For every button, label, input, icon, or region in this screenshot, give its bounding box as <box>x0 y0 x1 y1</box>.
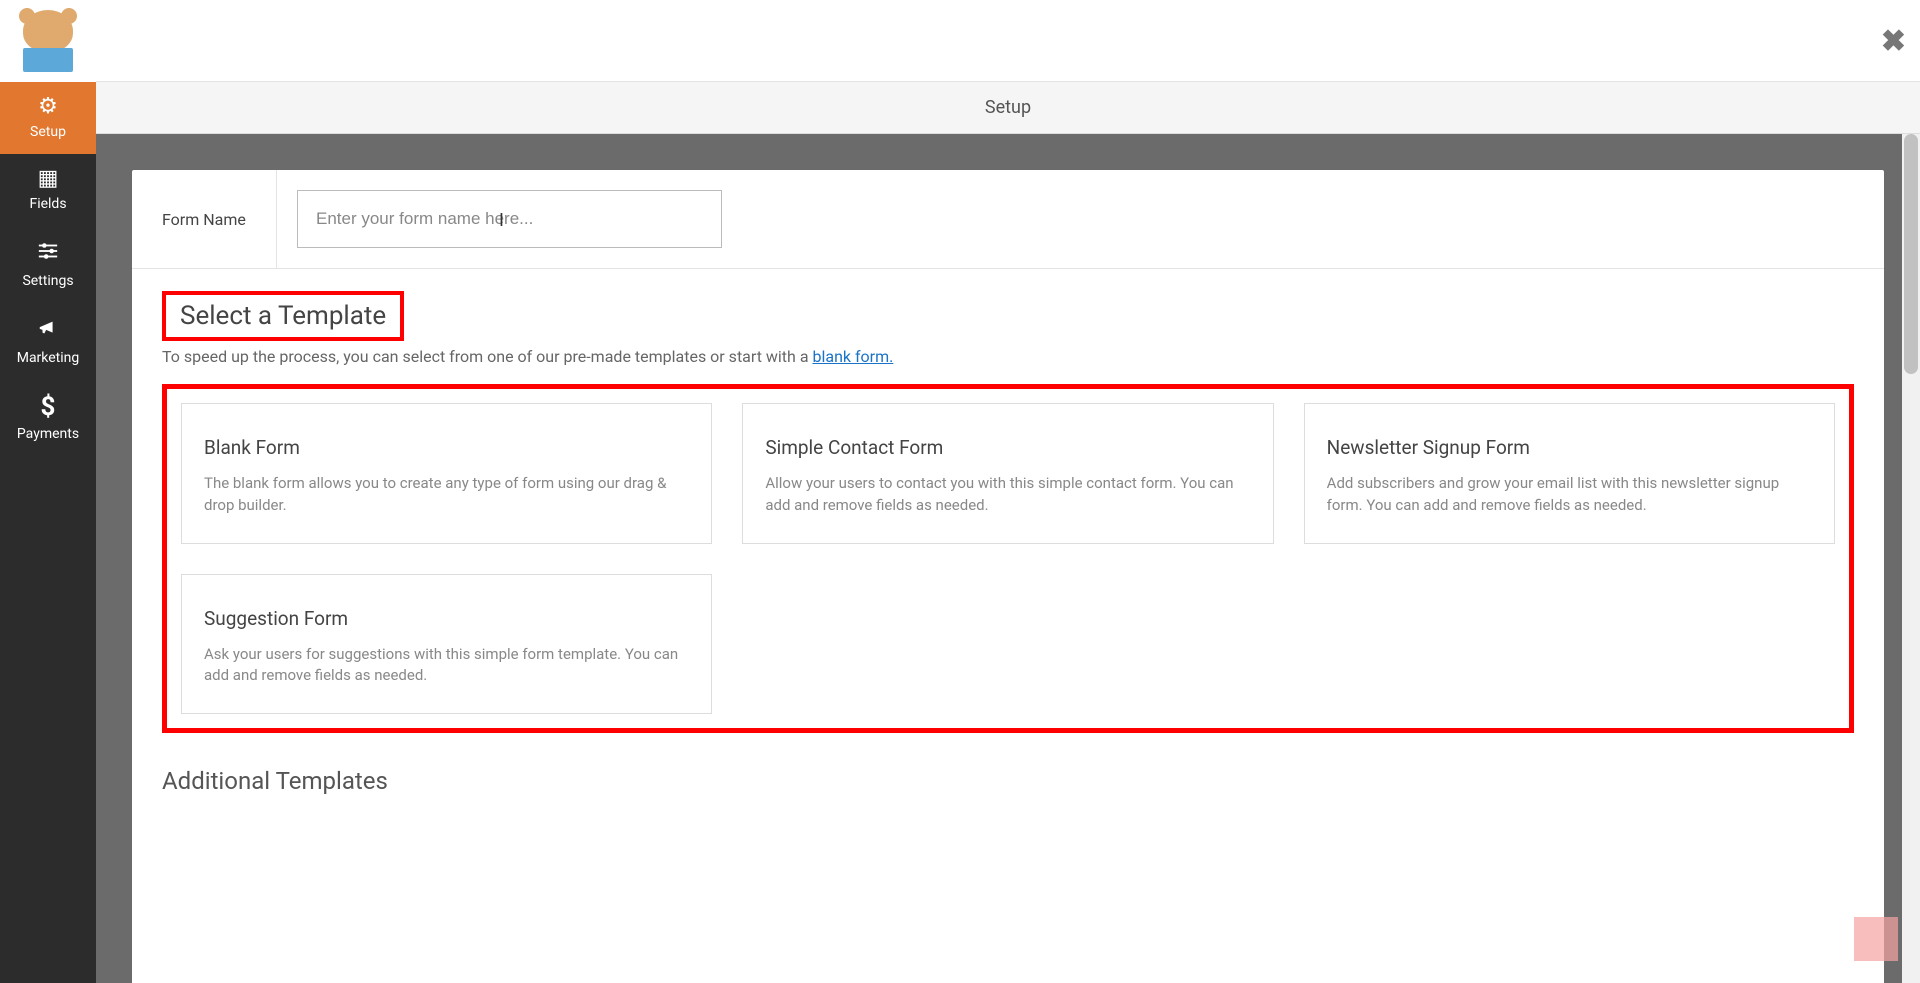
page-title: Setup <box>985 97 1031 118</box>
section-description: To speed up the process, you can select … <box>162 347 1854 366</box>
blank-form-link[interactable]: blank form. <box>813 347 894 366</box>
scrollbar-thumb[interactable] <box>1904 134 1918 374</box>
template-description: The blank form allows you to create any … <box>204 473 689 517</box>
sidebar-item-label: Marketing <box>17 350 80 366</box>
sidebar-item-label: Setup <box>30 124 66 140</box>
close-button[interactable]: ✖ <box>1881 24 1906 59</box>
template-description: Add subscribers and grow your email list… <box>1327 473 1812 517</box>
sidebar-item-label: Payments <box>17 426 79 442</box>
template-title: Suggestion Form <box>204 607 689 630</box>
template-card-blank[interactable]: Blank Form The blank form allows you to … <box>181 403 712 544</box>
sliders-icon <box>37 240 59 267</box>
watermark <box>1854 917 1898 961</box>
sidebar-item-settings[interactable]: Settings <box>0 226 96 303</box>
template-card-contact[interactable]: Simple Contact Form Allow your users to … <box>742 403 1273 544</box>
template-card-suggestion[interactable]: Suggestion Form Ask your users for sugge… <box>181 574 712 715</box>
section-heading-highlight: Select a Template <box>162 291 404 341</box>
top-bar: ✖ <box>96 0 1920 82</box>
fields-icon: ▦ <box>38 168 59 190</box>
sidebar-item-payments[interactable]: $ Payments <box>0 380 96 456</box>
gear-icon: ⚙ <box>38 96 58 118</box>
sidebar-item-label: Settings <box>22 273 73 289</box>
sidebar-item-label: Fields <box>29 196 66 212</box>
setup-panel: Form Name I Select a Template To speed u… <box>132 170 1884 983</box>
form-name-input[interactable] <box>297 190 722 248</box>
form-name-row: Form Name I <box>132 170 1884 269</box>
scrollbar[interactable] <box>1902 134 1920 983</box>
templates-highlight-box: Blank Form The blank form allows you to … <box>162 384 1854 733</box>
app-logo[interactable] <box>0 0 96 82</box>
template-description: Ask your users for suggestions with this… <box>204 644 689 688</box>
template-title: Newsletter Signup Form <box>1327 436 1812 459</box>
form-name-label: Form Name <box>132 170 277 268</box>
sidebar-item-marketing[interactable]: Marketing <box>0 303 96 380</box>
template-title: Simple Contact Form <box>765 436 1250 459</box>
template-card-newsletter[interactable]: Newsletter Signup Form Add subscribers a… <box>1304 403 1835 544</box>
sidebar-item-setup[interactable]: ⚙ Setup <box>0 82 96 154</box>
template-description: Allow your users to contact you with thi… <box>765 473 1250 517</box>
megaphone-icon <box>37 317 59 344</box>
sidebar-item-fields[interactable]: ▦ Fields <box>0 154 96 226</box>
additional-templates-heading: Additional Templates <box>162 767 1854 795</box>
sidebar: ⚙ Setup ▦ Fields Settings Marketing $ Pa… <box>0 0 96 983</box>
page-header: Setup <box>96 82 1920 134</box>
template-title: Blank Form <box>204 436 689 459</box>
section-heading: Select a Template <box>180 301 386 331</box>
dollar-icon: $ <box>41 394 56 420</box>
content-scroll[interactable]: Form Name I Select a Template To speed u… <box>96 134 1920 983</box>
